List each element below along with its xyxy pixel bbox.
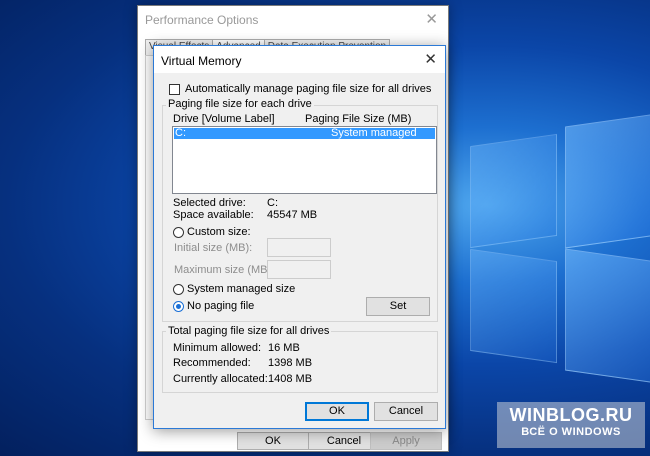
watermark-line1: WINBLOG.RU [509, 405, 633, 425]
group-title-total: Total paging file size for all drives [166, 325, 332, 337]
system-managed-radio[interactable] [173, 284, 184, 295]
custom-size-radio[interactable] [173, 227, 184, 238]
custom-size-label[interactable]: Custom size: [187, 226, 251, 238]
initial-size-field[interactable] [267, 238, 331, 257]
close-icon[interactable]: ✕ [425, 10, 438, 28]
no-paging-file-label[interactable]: No paging file [187, 300, 254, 312]
maximum-size-field[interactable] [267, 260, 331, 279]
auto-manage-label[interactable]: Automatically manage paging file size fo… [185, 83, 431, 95]
column-paging-size: Paging File Size (MB) [305, 113, 412, 125]
selected-drive-value: C: [267, 197, 278, 209]
watermark: WINBLOG.RU ВСЁ О WINDOWS [497, 402, 645, 448]
space-available-label: Space available: [173, 209, 254, 221]
cancel-button[interactable]: Cancel [374, 402, 438, 421]
list-item[interactable]: C: System managed [174, 127, 435, 139]
selected-drive-label: Selected drive: [173, 197, 246, 209]
column-drive: Drive [Volume Label] [173, 113, 275, 125]
ok-button[interactable]: OK [305, 402, 369, 421]
no-paging-file-radio[interactable] [173, 301, 184, 312]
set-button[interactable]: Set [366, 297, 430, 316]
currently-allocated-value: 1408 MB [268, 373, 313, 385]
title-bar: Virtual Memory ✕ [154, 46, 445, 73]
drive-list-header: Drive [Volume Label] Paging File Size (M… [173, 113, 435, 125]
drive-paging-size: System managed [331, 127, 417, 139]
drive-letter: C: [175, 127, 186, 139]
ok-button[interactable]: OK [237, 432, 309, 450]
system-managed-label[interactable]: System managed size [187, 283, 295, 295]
close-icon[interactable]: ✕ [424, 50, 437, 68]
recommended-label: Recommended: [173, 357, 251, 369]
virtual-memory-dialog: Virtual Memory ✕ Automatically manage pa… [153, 45, 446, 429]
auto-manage-checkbox[interactable] [169, 84, 180, 95]
dialog-title: Virtual Memory [161, 54, 242, 68]
space-available-value: 45547 MB [267, 209, 318, 221]
apply-button[interactable]: Apply [370, 432, 442, 450]
currently-allocated-label: Currently allocated: [173, 373, 268, 385]
minimum-allowed-label: Minimum allowed: [173, 342, 262, 354]
maximum-size-label: Maximum size (MB): [174, 264, 275, 276]
drive-list[interactable]: C: System managed [172, 126, 437, 194]
minimum-allowed-value: 16 MB [268, 342, 300, 354]
window-title: Performance Options [145, 13, 259, 27]
initial-size-label: Initial size (MB): [174, 242, 253, 254]
recommended-value: 1398 MB [268, 357, 313, 369]
windows-logo-light [470, 60, 650, 390]
group-title-per-drive: Paging file size for each drive [166, 98, 314, 110]
watermark-line2: ВСЁ О WINDOWS [521, 426, 621, 438]
